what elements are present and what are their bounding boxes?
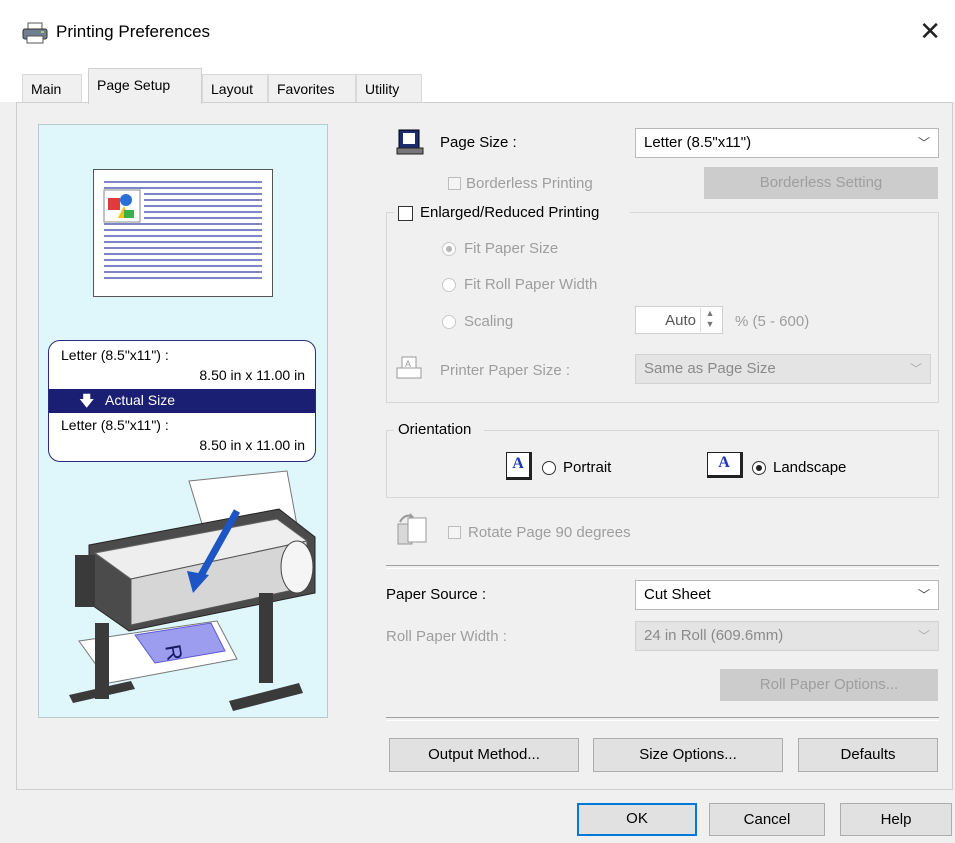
rotate-label: Rotate Page 90 degrees (468, 524, 631, 541)
rotate-checkbox[interactable] (448, 526, 461, 539)
chevron-down-icon: ﹀ (917, 588, 930, 602)
scaling-radio[interactable] (442, 315, 456, 329)
paper-source-select[interactable]: Cut Sheet ﹀ (635, 580, 939, 610)
orientation-group (386, 430, 939, 498)
scaling-mode-label: Actual Size (105, 392, 176, 408)
chevron-down-icon: ﹀ (909, 362, 922, 376)
arrow-down-icon: 🡇 (79, 393, 95, 410)
ok-button[interactable]: OK (577, 803, 697, 836)
close-icon[interactable]: ✕ (919, 16, 941, 47)
printer-illustration: R (69, 470, 316, 711)
landscape-radio[interactable] (752, 461, 766, 475)
window-title: Printing Preferences (56, 22, 211, 41)
tab-favorites[interactable]: Favorites (268, 74, 356, 102)
chevron-down-icon: ﹀ (917, 629, 930, 643)
output-size-label: Letter (8.5"x11") : (61, 417, 169, 433)
roll-paper-options-button[interactable]: Roll Paper Options... (720, 669, 938, 701)
borderless-checkbox[interactable] (448, 177, 461, 190)
separator (386, 565, 939, 569)
page-thumbnail (93, 169, 273, 297)
rotate-page-icon (394, 512, 430, 548)
scaling-label: Scaling (464, 313, 514, 330)
scaling-value: Auto (665, 312, 696, 329)
portrait-icon: A (506, 452, 532, 480)
roll-width-value: 24 in Roll (609.6mm) (644, 627, 784, 644)
page-size-label: Page Size : (440, 134, 517, 151)
page-size-select[interactable]: Letter (8.5"x11") ﹀ (635, 128, 939, 158)
scaling-spinbox[interactable]: Auto ▲ ▼ (635, 306, 723, 334)
landscape-icon-letter: A (718, 454, 730, 471)
actual-size-bar: 🡇 Actual Size (49, 389, 315, 413)
roll-width-select[interactable]: 24 in Roll (609.6mm) ﹀ (635, 621, 939, 651)
help-button[interactable]: Help (840, 803, 952, 836)
page-size-value: Letter (8.5"x11") (644, 134, 752, 151)
cancel-button[interactable]: Cancel (709, 803, 825, 836)
roll-width-label: Roll Paper Width : (386, 628, 507, 645)
printer-paper-icon: A (396, 356, 422, 382)
separator (386, 717, 939, 721)
size-options-button[interactable]: Size Options... (593, 738, 783, 772)
portrait-label: Portrait (563, 459, 612, 476)
enlarged-checkbox[interactable] (398, 206, 413, 221)
printer-paper-size-select[interactable]: Same as Page Size ﹀ (635, 354, 931, 384)
spin-arrows-icon[interactable]: ▲ ▼ (700, 308, 719, 332)
printer-icon (22, 22, 48, 44)
paper-source-value: Cut Sheet (644, 586, 711, 603)
defaults-button[interactable]: Defaults (798, 738, 938, 772)
fit-roll-radio[interactable] (442, 278, 456, 292)
printer-paper-size-label: Printer Paper Size : (440, 362, 571, 379)
output-dims: 8.50 in x 11.00 in (199, 437, 305, 453)
paper-source-label: Paper Source : (386, 586, 487, 603)
landscape-label: Landscape (773, 459, 847, 476)
orientation-label: Orientation (398, 421, 472, 438)
printer-paper-size-value: Same as Page Size (644, 360, 776, 377)
size-info-box: Letter (8.5"x11") : 8.50 in x 11.00 in 🡇… (48, 340, 316, 462)
fit-roll-label: Fit Roll Paper Width (464, 276, 598, 293)
enlarged-label: Enlarged/Reduced Printing (420, 204, 600, 221)
source-size-label: Letter (8.5"x11") : (61, 347, 169, 363)
portrait-icon-letter: A (512, 455, 524, 472)
fit-paper-label: Fit Paper Size (464, 240, 559, 257)
source-dims: 8.50 in x 11.00 in (199, 367, 305, 383)
portrait-radio[interactable] (542, 461, 556, 475)
tab-utility[interactable]: Utility (356, 74, 422, 102)
scaling-range: % (5 - 600) (735, 313, 810, 330)
tab-main[interactable]: Main (22, 74, 82, 102)
borderless-setting-button[interactable]: Borderless Setting (704, 167, 938, 199)
tab-page-setup[interactable]: Page Setup (88, 68, 202, 104)
fit-paper-radio[interactable] (442, 242, 456, 256)
output-method-button[interactable]: Output Method... (389, 738, 579, 772)
page-size-icon (396, 128, 424, 156)
borderless-label: Borderless Printing (466, 175, 593, 192)
landscape-icon: A (707, 452, 743, 478)
tab-layout[interactable]: Layout (202, 74, 268, 102)
chevron-down-icon: ﹀ (917, 136, 930, 150)
